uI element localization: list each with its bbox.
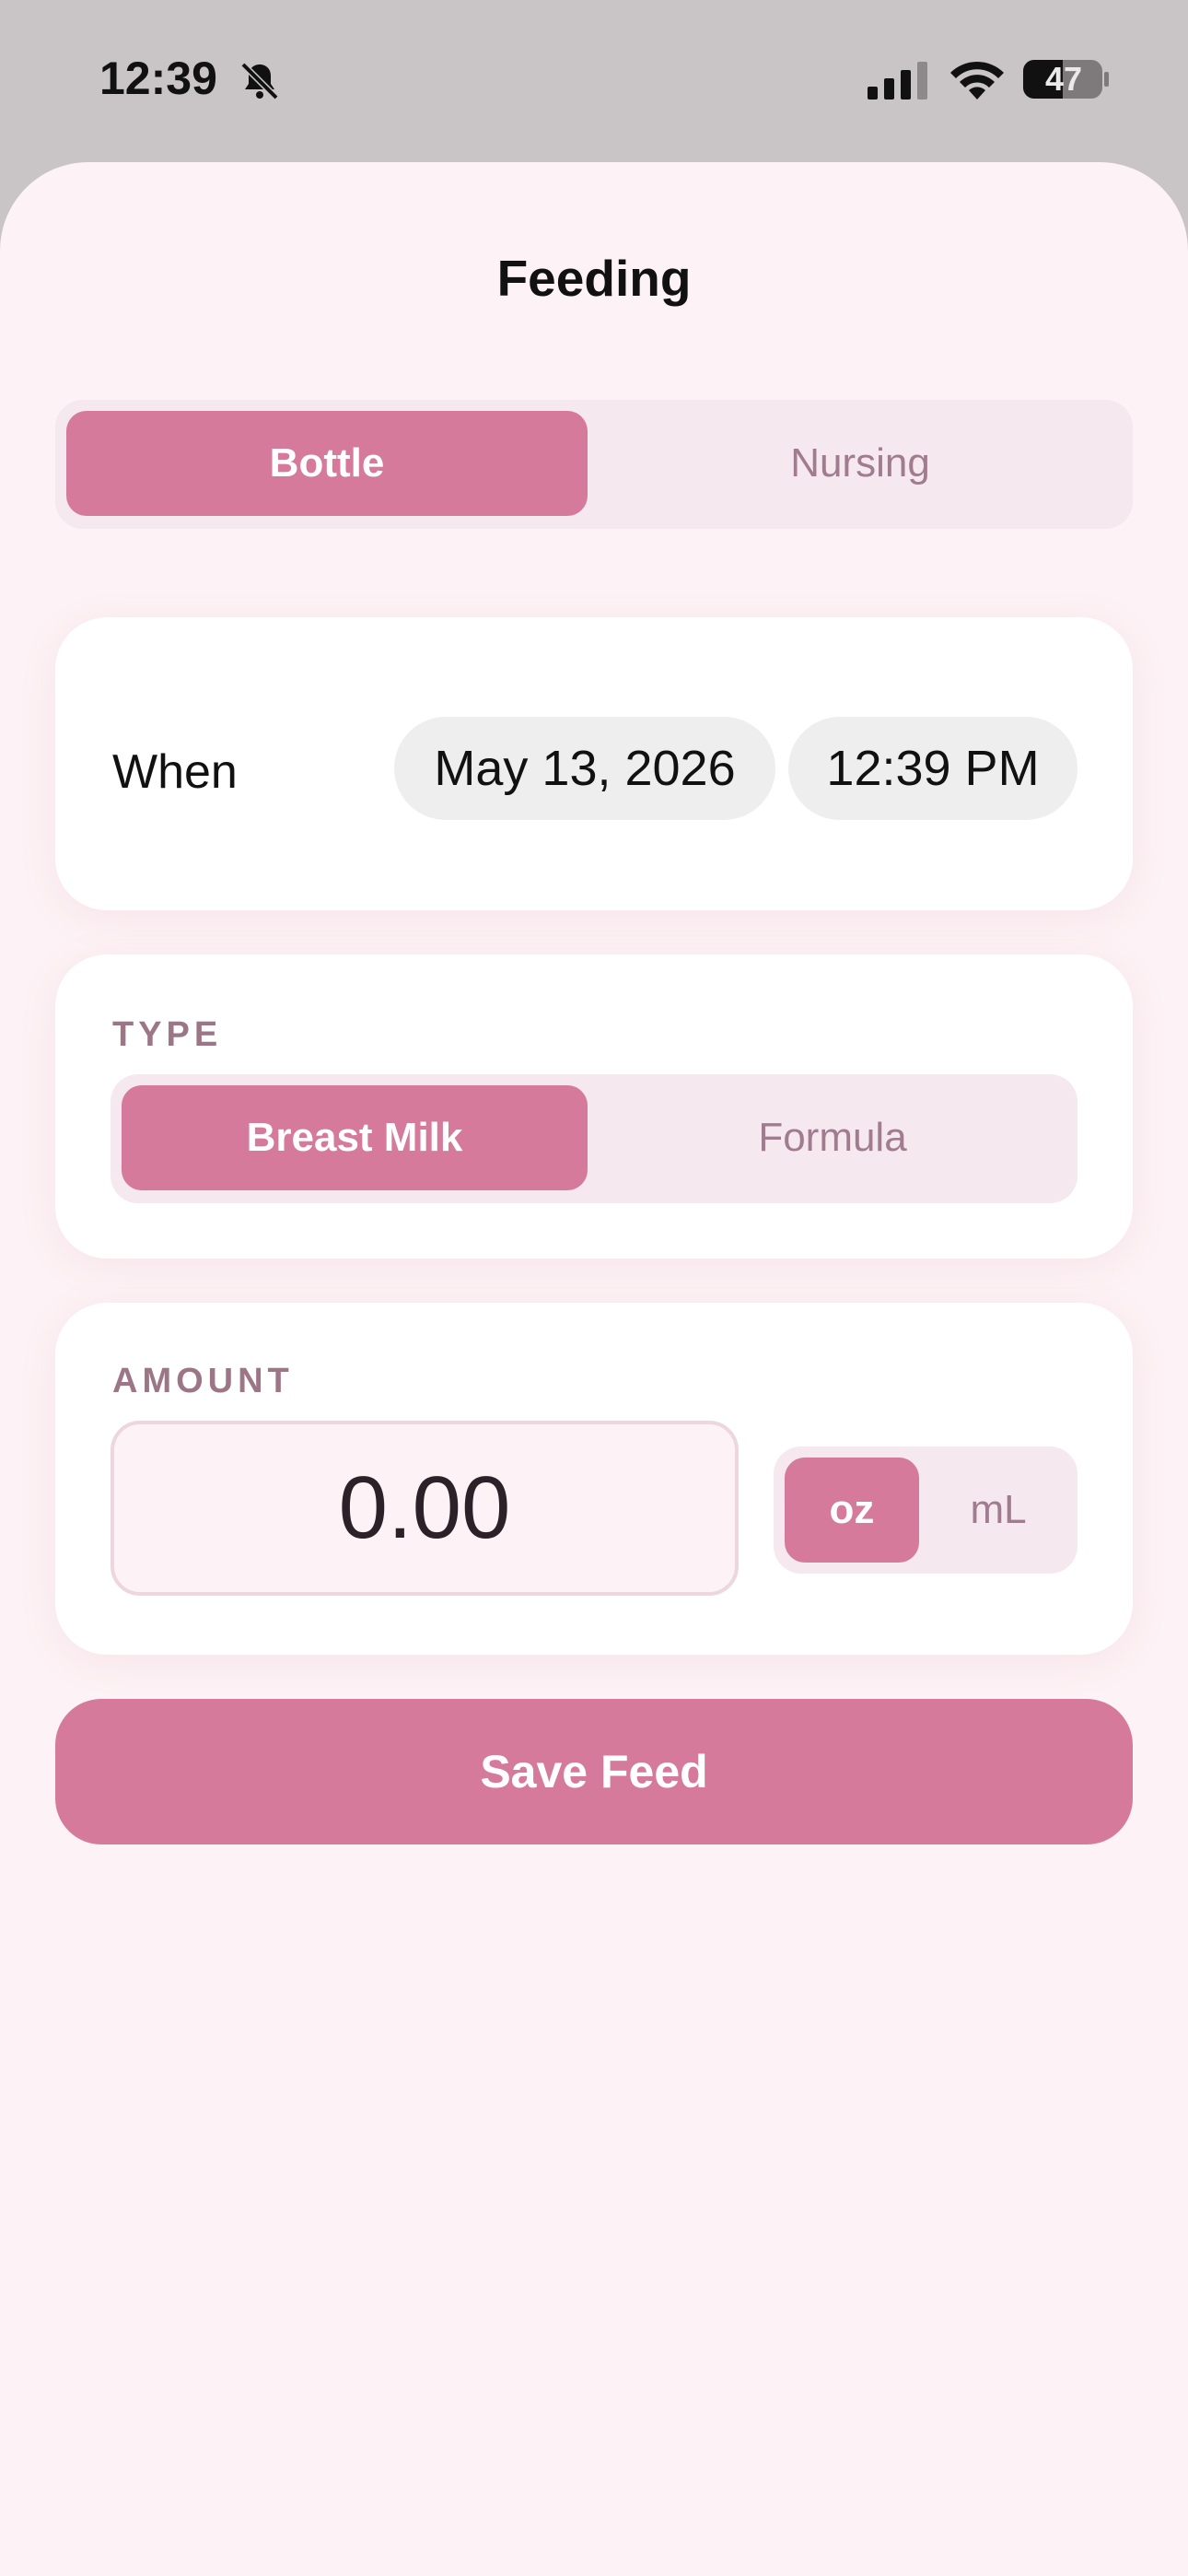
- sheet-title: Feeding: [496, 250, 692, 307]
- cellular-signal-icon: [868, 62, 927, 100]
- unit-option-oz[interactable]: oz: [785, 1458, 919, 1563]
- type-card: TYPE Breast Milk Formula: [55, 954, 1133, 1259]
- amount-input[interactable]: 0.00: [111, 1421, 739, 1596]
- feeding-mode-toggle: Bottle Nursing: [55, 400, 1133, 529]
- type-label: TYPE: [112, 1015, 223, 1054]
- amount-label: AMOUNT: [112, 1362, 294, 1400]
- when-label: When: [112, 745, 238, 799]
- type-toggle: Breast Milk Formula: [111, 1074, 1077, 1203]
- battery-level: 47: [1044, 60, 1083, 98]
- time-picker-button[interactable]: 12:39 PM: [788, 717, 1077, 820]
- save-feed-button[interactable]: Save Feed: [55, 1699, 1133, 1844]
- tab-bottle[interactable]: Bottle: [66, 411, 588, 516]
- wifi-icon: [950, 61, 1004, 100]
- when-card: When May 13, 2026 12:39 PM: [55, 617, 1133, 910]
- feeding-sheet: Feeding Bottle Nursing When May 13, 2026…: [0, 162, 1188, 2576]
- unit-toggle: oz mL: [774, 1446, 1077, 1574]
- type-option-breast-milk[interactable]: Breast Milk: [122, 1085, 588, 1190]
- status-time: 12:39: [99, 53, 217, 104]
- unit-option-ml[interactable]: mL: [930, 1458, 1066, 1563]
- bell-slash-icon: [240, 62, 279, 100]
- tab-nursing[interactable]: Nursing: [599, 411, 1122, 516]
- status-bar: 12:39 47: [0, 0, 1188, 162]
- amount-card: AMOUNT 0.00 oz mL: [55, 1303, 1133, 1655]
- type-option-formula[interactable]: Formula: [599, 1085, 1066, 1190]
- date-picker-button[interactable]: May 13, 2026: [394, 717, 775, 820]
